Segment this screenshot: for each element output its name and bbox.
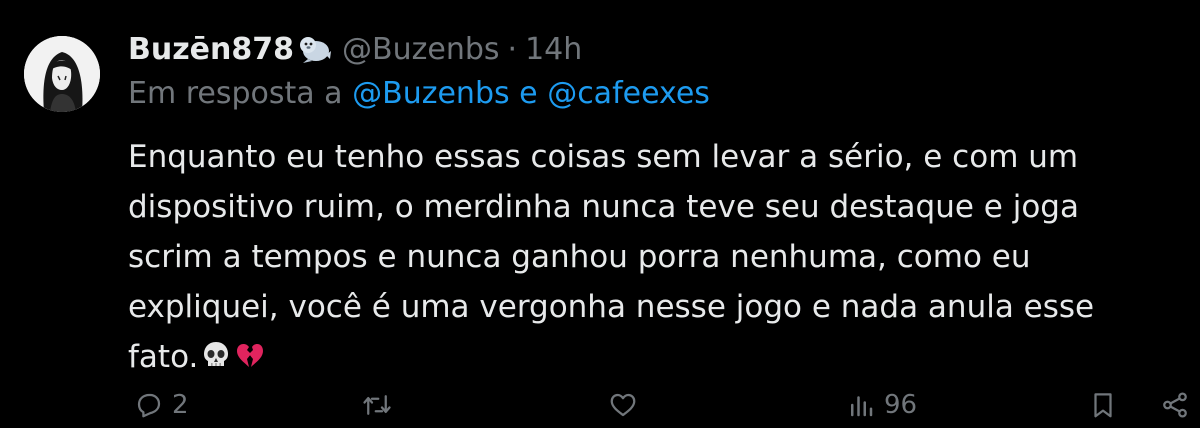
- timestamp[interactable]: 14h: [525, 32, 582, 67]
- tweet-text-line-last: fato.: [128, 332, 1168, 382]
- tweet-text-line: scrim a tempos e nunca ganhou porra nenh…: [128, 239, 1031, 275]
- views-count: 96: [884, 390, 918, 420]
- heart-icon: [610, 393, 636, 417]
- reply-conjunction: e: [519, 76, 538, 111]
- retweet-button[interactable]: [362, 390, 400, 420]
- tweet-text-fragment: fato.: [128, 339, 199, 375]
- avatar[interactable]: [24, 36, 100, 112]
- avatar-image: [24, 36, 100, 112]
- bookmark-button[interactable]: [1088, 390, 1118, 420]
- reply-icon: [137, 393, 161, 418]
- action-bar: 2 96: [0, 384, 1200, 428]
- skull-emoji-icon: [200, 339, 232, 371]
- separator-dot: ·: [507, 31, 518, 67]
- retweet-icon: [363, 395, 391, 415]
- tweet-text-line: dispositivo ruim, o merdinha nunca teve …: [128, 189, 1079, 225]
- views-button[interactable]: 96: [846, 390, 917, 420]
- tweet-text-line: expliquei, você é uma vergonha nesse jog…: [128, 289, 1095, 325]
- reply-button[interactable]: 2: [134, 390, 189, 420]
- share-button[interactable]: [1160, 390, 1190, 420]
- reply-context: Em resposta a @Buzenbs e @cafeexes: [128, 76, 710, 111]
- tweet: Buzēn878 @Buzenbs · 14h Em resposta a @B…: [0, 0, 1200, 425]
- tweet-header: Buzēn878 @Buzenbs · 14h: [128, 26, 582, 72]
- author-handle[interactable]: @Buzenbs: [342, 32, 500, 67]
- display-name[interactable]: Buzēn878: [128, 32, 294, 67]
- mention-link[interactable]: @Buzenbs: [352, 76, 510, 111]
- bookmark-icon: [1094, 393, 1112, 418]
- share-icon: [1163, 392, 1187, 418]
- like-button[interactable]: [608, 390, 646, 420]
- seal-emoji-icon: [296, 33, 332, 65]
- reply-count: 2: [172, 390, 189, 420]
- views-chart-icon: [851, 396, 873, 417]
- broken-heart-icon: [234, 339, 266, 371]
- mention-link[interactable]: @cafeexes: [547, 76, 710, 111]
- tweet-text: Enquanto eu tenho essas coisas sem levar…: [128, 132, 1168, 382]
- tweet-text-line: Enquanto eu tenho essas coisas sem levar…: [128, 139, 1079, 175]
- reply-prefix: Em resposta a: [128, 76, 343, 111]
